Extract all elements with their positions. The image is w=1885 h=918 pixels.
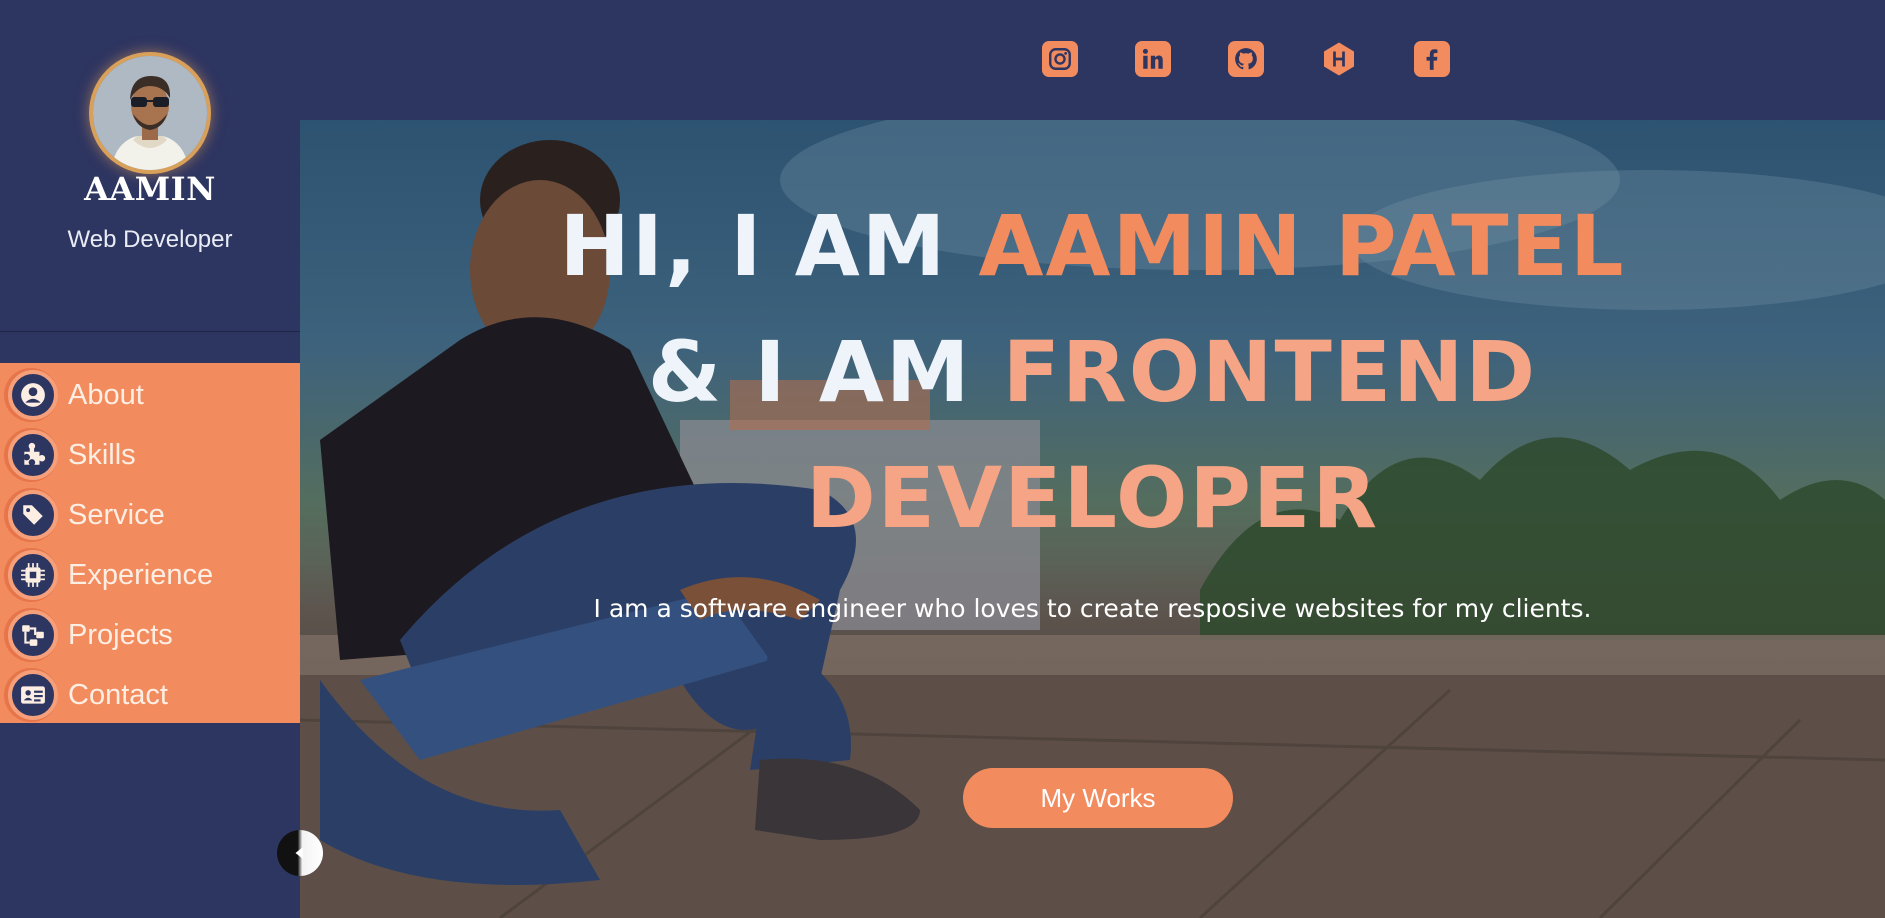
sidebar-toggle-button[interactable] xyxy=(277,830,323,876)
instagram-icon[interactable] xyxy=(1042,41,1078,77)
headline-line-3: DEVELOPER xyxy=(300,456,1885,540)
user-circle-icon xyxy=(8,370,58,420)
sidebar-item-skills[interactable]: Skills xyxy=(8,427,300,483)
sidebar-item-contact[interactable]: Contact xyxy=(8,667,300,723)
top-bar xyxy=(300,0,1885,120)
hashnode-icon[interactable] xyxy=(1321,41,1357,77)
headline-greeting: HI, I AM xyxy=(559,197,979,295)
headline-line-2: & I AM FRONTEND xyxy=(300,330,1885,414)
headline-title: FRONTEND xyxy=(1002,323,1538,421)
headline-name: AAMIN PATEL xyxy=(978,197,1626,295)
hero-section: HI, I AM AAMIN PATEL & I AM FRONTEND DEV… xyxy=(300,120,1885,918)
tags-icon xyxy=(8,490,58,540)
headline-intro: & I AM xyxy=(647,323,1003,421)
sidebar-item-service[interactable]: Service xyxy=(8,487,300,543)
puzzle-icon xyxy=(8,430,58,480)
id-card-icon xyxy=(8,670,58,720)
profile-role: Web Developer xyxy=(67,226,233,253)
sidebar-item-experience[interactable]: Experience xyxy=(8,547,300,603)
sidebar-item-label: Experience xyxy=(68,558,214,591)
sidebar-item-label: Service xyxy=(68,498,165,531)
my-works-button[interactable]: My Works xyxy=(963,768,1233,828)
linkedin-icon[interactable] xyxy=(1135,41,1171,77)
sidebar-item-about[interactable]: About xyxy=(8,367,300,423)
chip-icon xyxy=(8,550,58,600)
github-icon[interactable] xyxy=(1228,41,1264,77)
profile-name: AAMIN xyxy=(84,170,216,208)
profile-card: AAMIN Web Developer xyxy=(0,0,300,332)
sidebar-item-projects[interactable]: Projects xyxy=(8,607,300,663)
sidebar: AAMIN Web Developer About Skills Service xyxy=(0,0,300,918)
headline-title-cont: DEVELOPER xyxy=(805,449,1380,547)
hero-subtitle: I am a software engineer who loves to cr… xyxy=(593,594,1592,623)
project-diagram-icon xyxy=(8,610,58,660)
avatar xyxy=(93,56,207,170)
sidebar-item-label: About xyxy=(68,378,144,411)
facebook-icon[interactable] xyxy=(1414,41,1450,77)
caret-left-icon xyxy=(295,847,303,859)
sidebar-item-label: Contact xyxy=(68,678,168,711)
headline-line-1: HI, I AM AAMIN PATEL xyxy=(300,204,1885,288)
sidebar-item-label: Skills xyxy=(68,438,136,471)
sidebar-nav: About Skills Service Experience Projects xyxy=(0,363,300,723)
sidebar-item-label: Projects xyxy=(68,618,173,651)
